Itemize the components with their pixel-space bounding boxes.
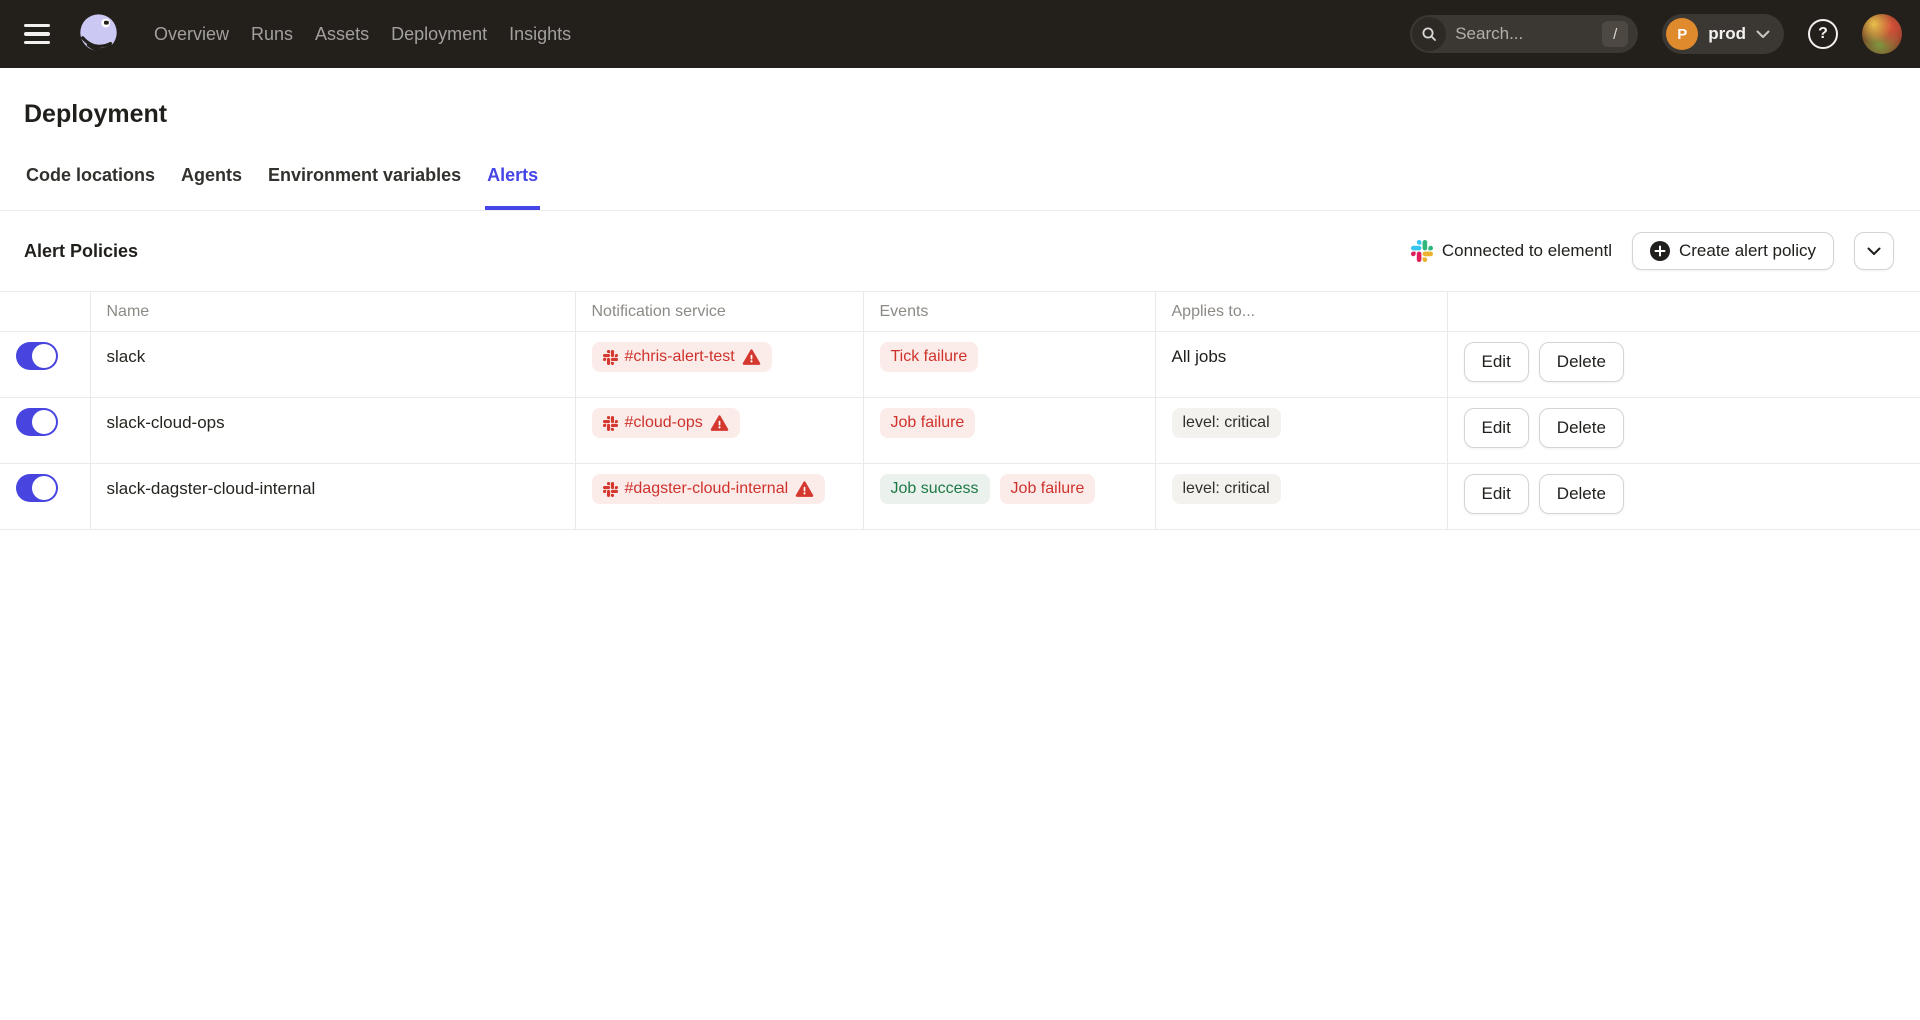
edit-button[interactable]: Edit [1464, 474, 1529, 514]
tab-alerts[interactable]: Alerts [485, 165, 540, 210]
deployment-switcher[interactable]: P prod [1662, 14, 1784, 54]
notification-service-cell: #dagster-cloud-internal [575, 464, 863, 530]
search-input[interactable] [1455, 24, 1585, 44]
policy-enabled-toggle[interactable] [16, 474, 58, 502]
alert-policies-table: Name Notification service Events Applies… [0, 291, 1920, 530]
applies-to-text: All jobs [1172, 347, 1227, 366]
search-icon [1412, 17, 1446, 51]
event-badge: Job failure [1000, 474, 1096, 504]
tab-agents[interactable]: Agents [179, 165, 244, 210]
column-header-applies-to: Applies to... [1155, 292, 1447, 332]
notification-channel-badge[interactable]: #chris-alert-test [592, 342, 772, 372]
notification-channel: #cloud-ops [625, 414, 703, 432]
column-header-toggle [0, 292, 90, 332]
chevron-down-icon [1756, 30, 1770, 39]
warning-triangle-icon[interactable] [710, 414, 729, 433]
column-header-events: Events [863, 292, 1155, 332]
policy-enabled-toggle[interactable] [16, 342, 58, 370]
nav-item-assets[interactable]: Assets [315, 24, 369, 45]
page-title: Deployment [24, 100, 1896, 129]
alert-policy-row: slack-cloud-ops #cloud-ops Job failure leve… [0, 398, 1920, 464]
event-badge: Job failure [880, 408, 976, 438]
slack-connection-status: Connected to elementl [1411, 240, 1612, 262]
slack-connection-label: Connected to elementl [1442, 241, 1612, 261]
column-header-notification-service: Notification service [575, 292, 863, 332]
event-badge: Job success [880, 474, 990, 504]
applies-to-badge: level: critical [1172, 408, 1281, 438]
section-title: Alert Policies [24, 241, 138, 262]
policy-name-cell: slack-cloud-ops [90, 398, 575, 464]
global-search[interactable]: / [1410, 15, 1638, 53]
event-badge: Tick failure [880, 342, 979, 372]
policy-enabled-cell [0, 464, 90, 530]
search-shortcut-key: / [1602, 21, 1628, 47]
deployment-tabs: Code locations Agents Environment variab… [0, 165, 1920, 211]
policy-name-cell: slack [90, 332, 575, 398]
policy-enabled-cell [0, 332, 90, 398]
notification-channel: #dagster-cloud-internal [625, 480, 789, 498]
alert-policy-row: slack-dagster-cloud-internal #dagster-clo… [0, 464, 1920, 530]
tab-code-locations[interactable]: Code locations [24, 165, 157, 210]
plus-icon [1650, 241, 1670, 261]
events-cell: Job success Job failure [863, 464, 1155, 530]
toggle-knob [32, 344, 56, 368]
edit-button[interactable]: Edit [1464, 342, 1529, 382]
primary-nav: Overview Runs Assets Deployment Insights [154, 24, 571, 45]
slack-icon [603, 482, 618, 497]
applies-to-cell: All jobs [1155, 332, 1447, 398]
delete-button[interactable]: Delete [1539, 474, 1624, 514]
notification-channel-badge[interactable]: #dagster-cloud-internal [592, 474, 826, 504]
slack-icon [603, 416, 618, 431]
policy-enabled-cell [0, 398, 90, 464]
nav-item-runs[interactable]: Runs [251, 24, 293, 45]
column-header-actions [1447, 292, 1920, 332]
nav-item-insights[interactable]: Insights [509, 24, 571, 45]
applies-to-badge: level: critical [1172, 474, 1281, 504]
applies-to-cell: level: critical [1155, 464, 1447, 530]
events-cell: Tick failure [863, 332, 1155, 398]
table-header-row: Name Notification service Events Applies… [0, 292, 1920, 332]
policy-name: slack-cloud-ops [107, 413, 225, 432]
edit-button[interactable]: Edit [1464, 408, 1529, 448]
create-alert-policy-label: Create alert policy [1679, 241, 1816, 261]
slack-icon [1411, 240, 1433, 262]
warning-triangle-icon[interactable] [742, 348, 761, 367]
chevron-down-icon [1867, 247, 1881, 256]
policy-name-cell: slack-dagster-cloud-internal [90, 464, 575, 530]
slack-icon [603, 350, 618, 365]
notification-channel-badge[interactable]: #cloud-ops [592, 408, 740, 438]
create-alert-policy-button[interactable]: Create alert policy [1632, 232, 1834, 270]
dagster-logo[interactable] [76, 11, 122, 57]
policy-enabled-toggle[interactable] [16, 408, 58, 436]
nav-item-overview[interactable]: Overview [154, 24, 229, 45]
alert-policy-more-actions-button[interactable] [1854, 232, 1894, 270]
policy-name: slack [107, 347, 146, 366]
warning-triangle-icon[interactable] [795, 480, 814, 499]
hamburger-menu-icon[interactable] [24, 24, 50, 45]
applies-to-cell: level: critical [1155, 398, 1447, 464]
nav-item-deployment[interactable]: Deployment [391, 24, 487, 45]
deployment-switcher-label: prod [1708, 24, 1746, 44]
notification-service-cell: #cloud-ops [575, 398, 863, 464]
alert-policy-row: slack #chris-alert-test Tick failure All jo… [0, 332, 1920, 398]
row-actions-cell: EditDelete [1447, 464, 1920, 530]
alert-policies-header: Alert Policies Connected to elementl Cre… [0, 211, 1920, 291]
tab-environment-variables[interactable]: Environment variables [266, 165, 463, 210]
events-cell: Job failure [863, 398, 1155, 464]
top-navigation-bar: Overview Runs Assets Deployment Insights… [0, 0, 1920, 68]
row-actions-cell: EditDelete [1447, 398, 1920, 464]
toggle-knob [32, 410, 56, 434]
column-header-name: Name [90, 292, 575, 332]
toggle-knob [32, 476, 56, 500]
policy-name: slack-dagster-cloud-internal [107, 479, 316, 498]
delete-button[interactable]: Delete [1539, 408, 1624, 448]
delete-button[interactable]: Delete [1539, 342, 1624, 382]
help-icon[interactable]: ? [1808, 19, 1838, 49]
row-actions-cell: EditDelete [1447, 332, 1920, 398]
notification-channel: #chris-alert-test [625, 348, 735, 366]
alert-policies-tbody: slack #chris-alert-test Tick failure All jo… [0, 332, 1920, 530]
deployment-avatar: P [1666, 18, 1698, 50]
user-avatar[interactable] [1862, 14, 1902, 54]
notification-service-cell: #chris-alert-test [575, 332, 863, 398]
